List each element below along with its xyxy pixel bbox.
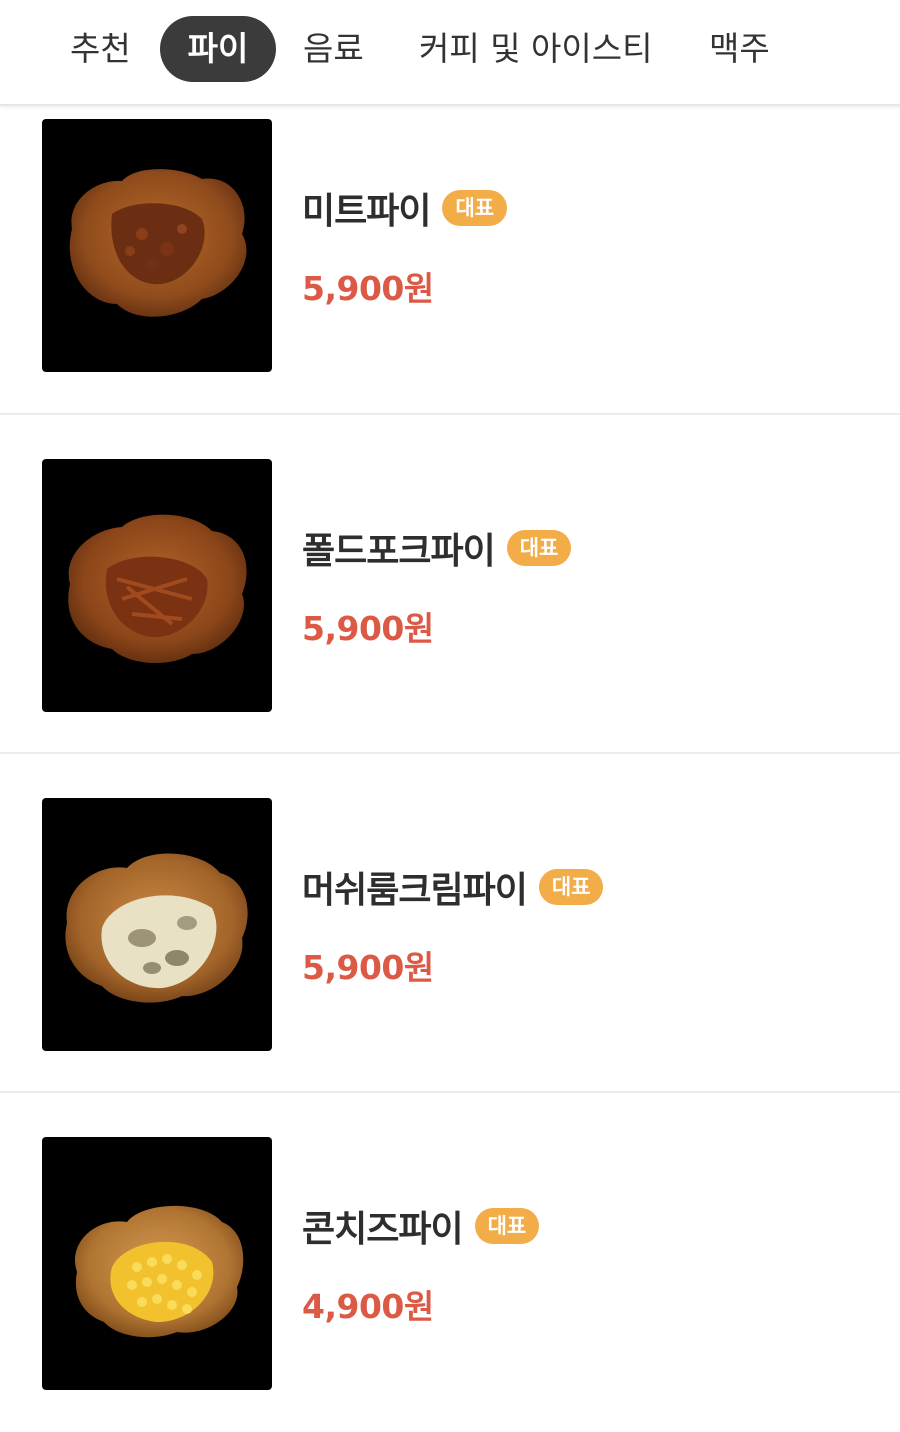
pulled-pork-pie-image <box>42 459 272 712</box>
item-price: 5,900원 <box>302 948 434 987</box>
corn-cheese-pie-icon <box>75 1205 244 1338</box>
item-name-row: 콘치즈파이 대표 <box>302 1204 540 1250</box>
corn-cheese-pie-image <box>42 1137 272 1390</box>
item-name-row: 미트파이 대표 <box>302 186 508 232</box>
signature-badge: 대표 <box>442 190 508 226</box>
item-price: 4,900원 <box>302 1287 434 1326</box>
menu-item-corn-cheese-pie[interactable]: 콘치즈파이 대표 4,900원 <box>0 1093 900 1432</box>
item-name: 콘치즈파이 <box>302 1209 464 1250</box>
item-name-row: 폴드포크파이 대표 <box>302 526 572 572</box>
tab-drinks[interactable]: 음료 <box>303 16 364 82</box>
item-name: 머쉬룸크림파이 <box>302 870 528 911</box>
menu-item-pulled-pork-pie[interactable]: 폴드포크파이 대표 5,900원 <box>0 415 900 754</box>
signature-badge: 대표 <box>474 1208 540 1244</box>
menu-item-mushroom-cream-pie[interactable]: 머쉬룸크림파이 대표 5,900원 <box>0 754 900 1093</box>
tab-beer[interactable]: 맥주 <box>709 16 770 82</box>
mushroom-cream-pie-image <box>42 798 272 1051</box>
item-name-row: 머쉬룸크림파이 대표 <box>302 865 604 911</box>
category-tab-bar: 추천 파이 음료 커피 및 아이스티 맥주 <box>0 0 900 106</box>
item-name: 미트파이 <box>302 191 431 232</box>
tab-coffee-and-iced-tea[interactable]: 커피 및 아이스티 <box>419 16 653 82</box>
menu-item-meat-pie[interactable]: 미트파이 대표 5,900원 <box>0 106 900 415</box>
tab-pie[interactable]: 파이 <box>160 16 276 82</box>
signature-badge: 대표 <box>538 869 604 905</box>
pulled-pork-pie-icon <box>68 514 247 664</box>
tab-recommended[interactable]: 추천 <box>70 16 131 82</box>
mushroom-cream-pie-icon <box>65 853 248 1003</box>
item-price: 5,900원 <box>302 269 434 308</box>
item-price: 5,900원 <box>302 609 434 648</box>
meat-pie-icon <box>69 169 247 317</box>
item-name: 폴드포크파이 <box>302 531 496 572</box>
signature-badge: 대표 <box>506 530 572 566</box>
meat-pie-image <box>42 119 272 372</box>
